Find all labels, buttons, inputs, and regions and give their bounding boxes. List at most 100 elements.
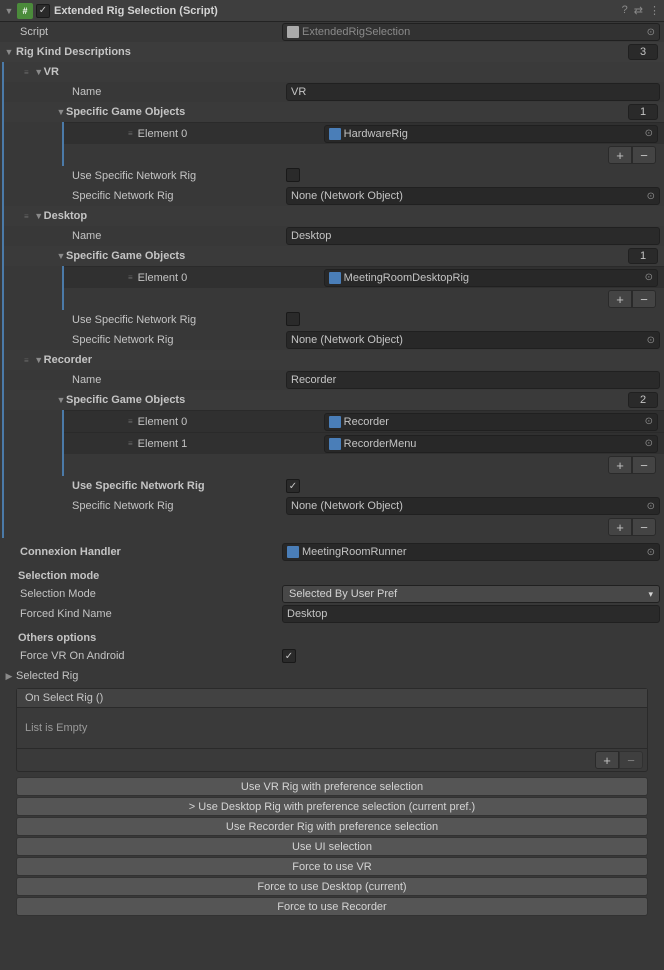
drag-handle-icon[interactable]: ≡ (64, 417, 132, 426)
script-icon: # (17, 3, 33, 19)
use-ui-selection-button[interactable]: Use UI selection (16, 837, 648, 856)
selection-heading: Selection mode (0, 566, 664, 584)
name-label: Name (8, 230, 286, 242)
drag-handle-icon[interactable]: ≡ (64, 439, 132, 448)
sgo-label: Specific Game Objects (66, 394, 628, 406)
connexion-field[interactable]: MeetingRoomRunner ⊙ (282, 543, 660, 561)
prefab-icon (329, 272, 341, 284)
force-vr-button[interactable]: Force to use VR (16, 857, 648, 876)
sgo-remove-button[interactable]: − (632, 146, 656, 164)
use-net-checkbox[interactable] (286, 168, 300, 182)
object-picker-icon[interactable]: ⊙ (647, 501, 655, 512)
menu-icon[interactable]: ⋮ (649, 4, 660, 17)
sgo-remove-button[interactable]: − (632, 290, 656, 308)
object-picker-icon[interactable]: ⊙ (645, 438, 653, 449)
component-foldout[interactable]: ▼ (4, 6, 14, 16)
object-picker-icon[interactable]: ⊙ (647, 547, 655, 558)
item-foldout[interactable]: ▼ (34, 67, 44, 77)
sgo-add-button[interactable]: + (608, 146, 632, 164)
event-remove-button[interactable]: − (619, 751, 643, 769)
object-picker-icon[interactable]: ⊙ (645, 416, 653, 427)
force-recorder-button[interactable]: Force to use Recorder (16, 897, 648, 916)
drag-handle-icon[interactable]: ≡ (64, 273, 132, 282)
forced-kind-label: Forced Kind Name (4, 608, 282, 620)
net-field[interactable]: None (Network Object) ⊙ (286, 331, 660, 349)
object-picker-icon[interactable]: ⊙ (645, 272, 653, 283)
sgo-label: Specific Game Objects (66, 250, 628, 262)
name-input[interactable] (286, 227, 660, 245)
sgo-add-button[interactable]: + (608, 290, 632, 308)
element-field[interactable]: MeetingRoomDesktopRig ⊙ (324, 269, 658, 287)
rigkinds-foldout[interactable]: ▼ (4, 47, 14, 57)
prefab-icon (329, 438, 341, 450)
rigkinds-add-button[interactable]: + (608, 518, 632, 536)
use-net-checkbox[interactable] (286, 479, 300, 493)
element-label: Element 0 (138, 128, 324, 140)
component-enabled-checkbox[interactable] (36, 4, 50, 18)
others-heading: Others options (0, 628, 664, 646)
script-field: ExtendedRigSelection ⊙ (282, 23, 660, 41)
net-label: Specific Network Rig (8, 334, 286, 346)
presets-icon[interactable]: ⇄ (634, 4, 643, 17)
drag-handle-icon[interactable]: ≡ (64, 129, 132, 138)
sgo-foldout[interactable]: ▼ (56, 395, 66, 405)
use-net-label: Use Specific Network Rig (8, 170, 286, 182)
sgo-count[interactable]: 2 (628, 392, 658, 408)
item-title: Recorder (44, 354, 92, 366)
element-field[interactable]: RecorderMenu ⊙ (324, 435, 658, 453)
element-field[interactable]: HardwareRig ⊙ (324, 125, 658, 143)
sgo-foldout[interactable]: ▼ (56, 251, 66, 261)
selection-mode-label: Selection Mode (4, 588, 282, 600)
net-field[interactable]: None (Network Object) ⊙ (286, 497, 660, 515)
name-label: Name (8, 86, 286, 98)
event-box: On Select Rig () List is Empty + − (16, 688, 648, 772)
sgo-count[interactable]: 1 (628, 104, 658, 120)
connexion-label: Connexion Handler (4, 546, 282, 558)
element-label: Element 0 (138, 272, 324, 284)
element-field[interactable]: Recorder ⊙ (324, 413, 658, 431)
object-picker-icon[interactable]: ⊙ (647, 191, 655, 202)
net-field[interactable]: None (Network Object) ⊙ (286, 187, 660, 205)
drag-handle-icon[interactable]: ≡ (24, 356, 28, 365)
forcevr-checkbox[interactable] (282, 649, 296, 663)
event-empty-text: List is Empty (17, 708, 647, 748)
object-picker-icon[interactable]: ⊙ (647, 27, 655, 38)
item-foldout[interactable]: ▼ (34, 211, 44, 221)
drag-handle-icon[interactable]: ≡ (24, 68, 28, 77)
connexion-value: MeetingRoomRunner (302, 546, 407, 558)
force-desktop-button[interactable]: Force to use Desktop (current) (16, 877, 648, 896)
sgo-add-button[interactable]: + (608, 456, 632, 474)
forcevr-label: Force VR On Android (4, 650, 282, 662)
name-input[interactable] (286, 371, 660, 389)
object-picker-icon[interactable]: ⊙ (647, 335, 655, 346)
element-label: Element 0 (138, 416, 324, 428)
net-label: Specific Network Rig (8, 500, 286, 512)
object-picker-icon[interactable]: ⊙ (645, 128, 653, 139)
use-net-checkbox[interactable] (286, 312, 300, 326)
net-label: Specific Network Rig (8, 190, 286, 202)
help-icon[interactable]: ? (622, 4, 628, 17)
item-title: Desktop (44, 210, 87, 222)
use-net-label: Use Specific Network Rig (8, 480, 286, 492)
selectedrig-foldout[interactable]: ▶ (4, 671, 14, 681)
rigkinds-count[interactable]: 3 (628, 44, 658, 60)
item-foldout[interactable]: ▼ (34, 355, 44, 365)
sgo-foldout[interactable]: ▼ (56, 107, 66, 117)
element-label: Element 1 (138, 438, 324, 450)
rigkinds-remove-button[interactable]: − (632, 518, 656, 536)
use-desktop-button[interactable]: > Use Desktop Rig with preference select… (16, 797, 648, 816)
name-input[interactable] (286, 83, 660, 101)
name-label: Name (8, 374, 286, 386)
sgo-count[interactable]: 1 (628, 248, 658, 264)
drag-handle-icon[interactable]: ≡ (24, 212, 28, 221)
use-vr-button[interactable]: Use VR Rig with preference selection (16, 777, 648, 796)
event-add-button[interactable]: + (595, 751, 619, 769)
rigkinds-label: Rig Kind Descriptions (16, 46, 628, 58)
selection-mode-dropdown[interactable]: Selected By User Pref (282, 585, 660, 603)
use-recorder-button[interactable]: Use Recorder Rig with preference selecti… (16, 817, 648, 836)
sgo-remove-button[interactable]: − (632, 456, 656, 474)
forced-kind-input[interactable] (282, 605, 660, 623)
item-title: VR (44, 66, 59, 78)
script-label: Script (4, 26, 282, 38)
use-net-label: Use Specific Network Rig (8, 314, 286, 326)
